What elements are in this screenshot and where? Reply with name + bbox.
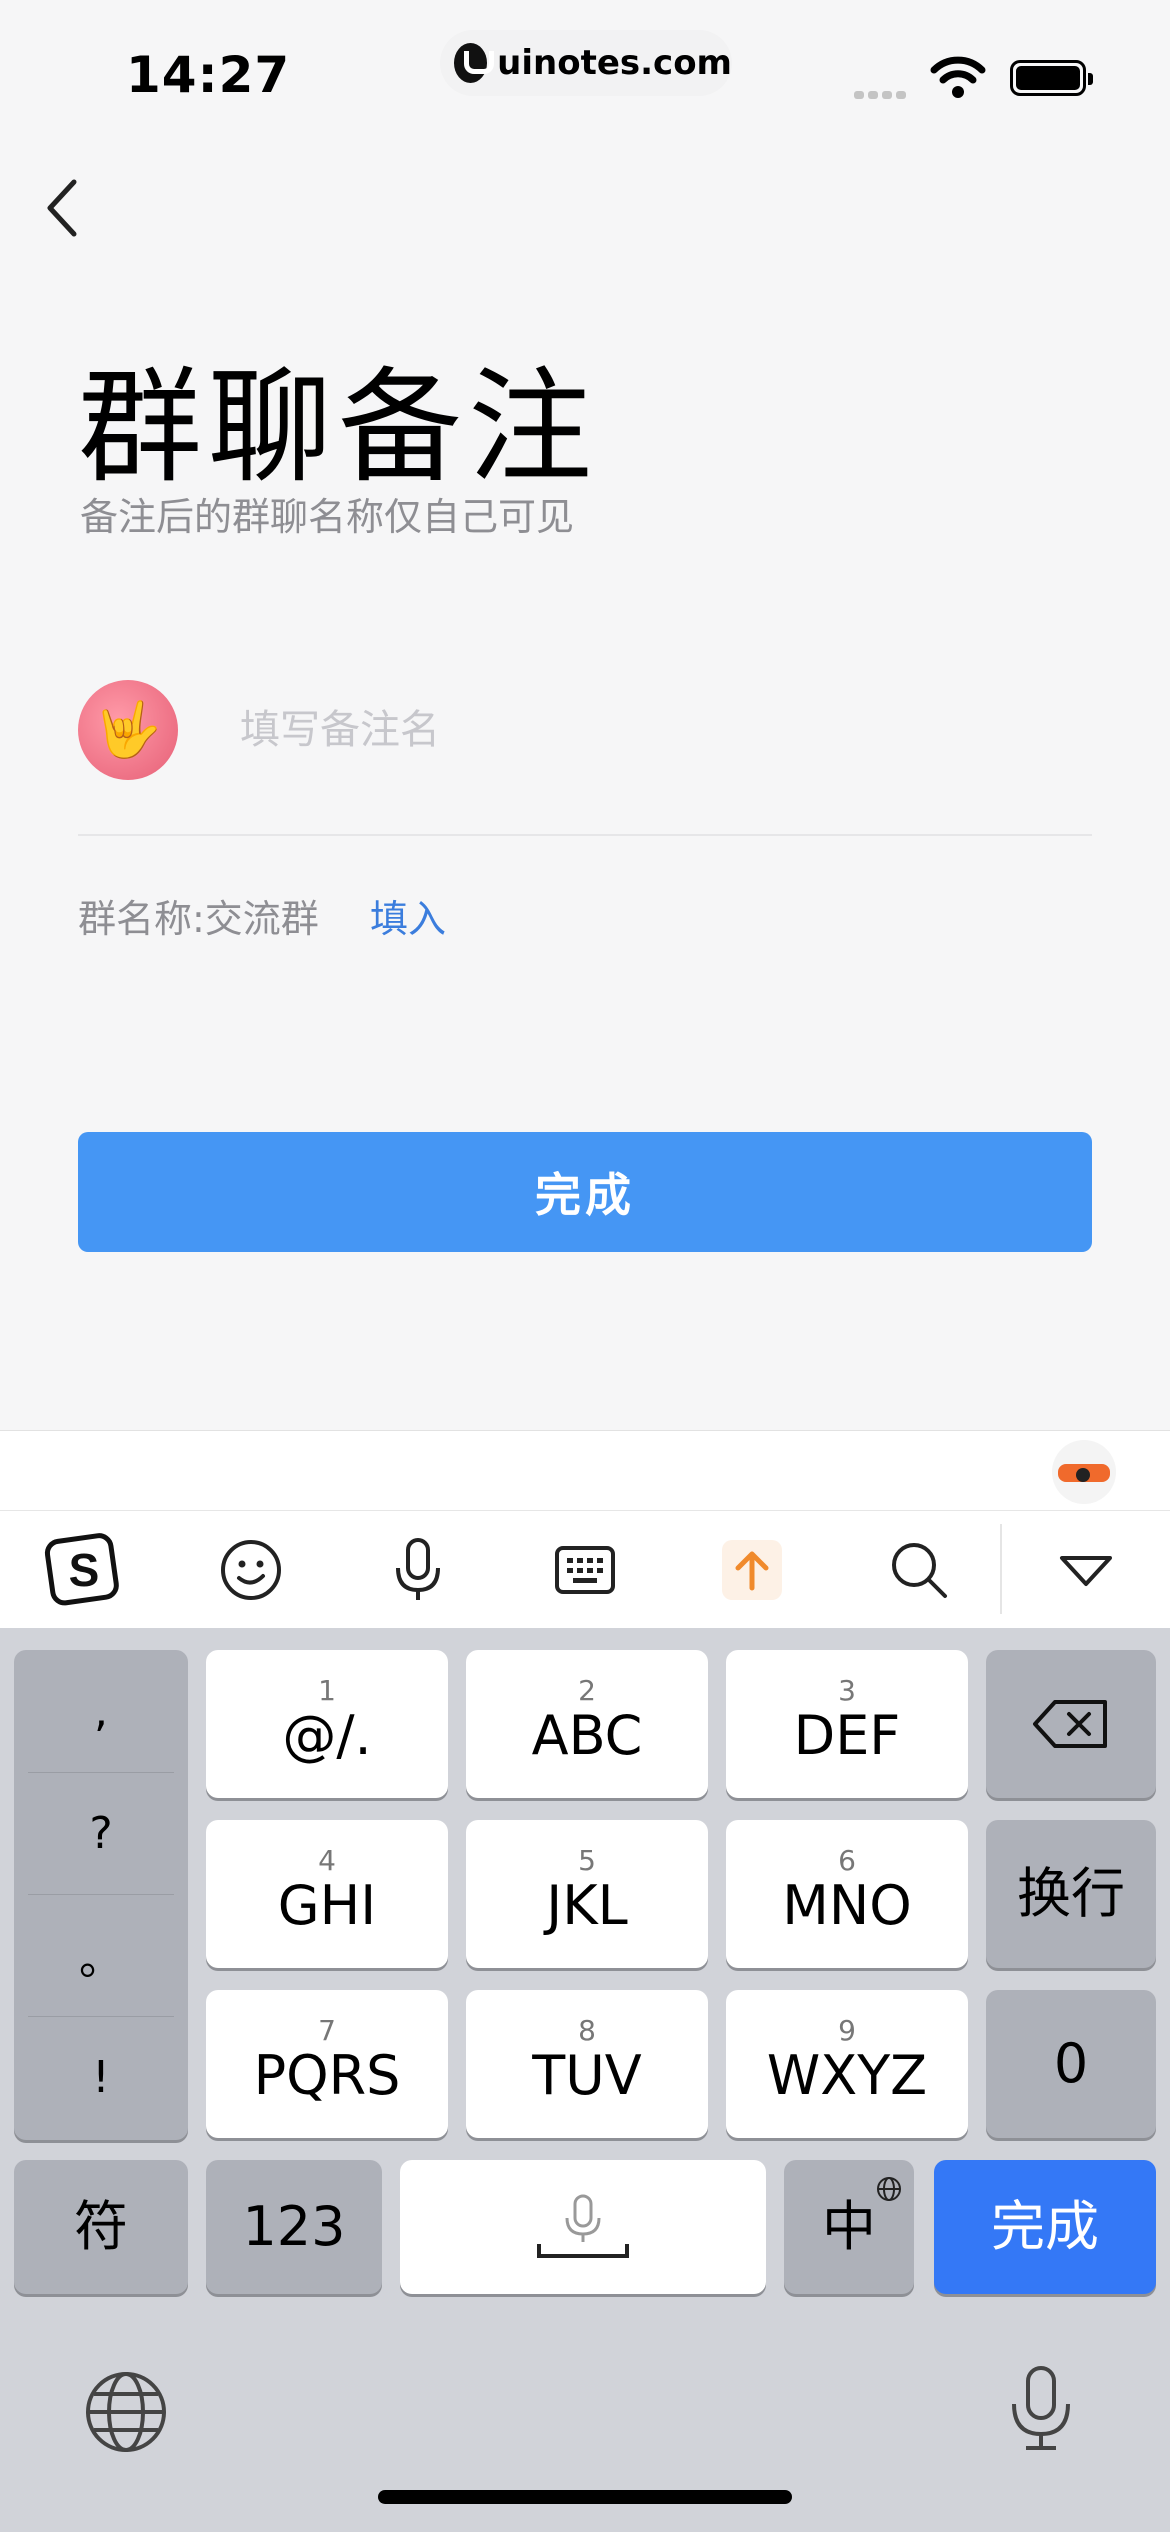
keyboard-done-key[interactable]: 完成 bbox=[934, 2160, 1156, 2294]
key-6[interactable]: 6 MNO bbox=[726, 1820, 968, 1968]
punct-question-key[interactable]: ? bbox=[14, 1772, 188, 1894]
punct-period-key[interactable]: 。 bbox=[14, 1894, 188, 2016]
search-icon[interactable] bbox=[835, 1511, 1002, 1629]
emoji-icon[interactable] bbox=[167, 1511, 334, 1629]
punct-exclamation-key[interactable]: ! bbox=[14, 2016, 188, 2138]
key-4[interactable]: 4 GHI bbox=[206, 1820, 448, 1968]
sogou-logo-icon[interactable]: S bbox=[0, 1511, 167, 1629]
svg-text:S: S bbox=[68, 1544, 99, 1596]
input-divider bbox=[78, 834, 1092, 836]
key-5[interactable]: 5 JKL bbox=[466, 1820, 708, 1968]
remark-name-input[interactable] bbox=[240, 700, 1080, 760]
microphone-icon[interactable] bbox=[334, 1511, 501, 1629]
space-key[interactable] bbox=[400, 2160, 766, 2294]
space-mic-icon bbox=[537, 2194, 629, 2258]
hand-gesture-icon: 🤟 bbox=[94, 698, 162, 761]
arrow-up-icon[interactable] bbox=[668, 1511, 835, 1629]
globe-small-icon bbox=[877, 2177, 901, 2201]
dictation-mic-icon[interactable] bbox=[1006, 2364, 1076, 2454]
wifi-icon bbox=[930, 56, 986, 98]
key-0[interactable]: 0 bbox=[986, 1990, 1156, 2138]
done-button[interactable]: 完成 bbox=[78, 1132, 1092, 1252]
mascot-icon[interactable] bbox=[1052, 1440, 1116, 1504]
key-9[interactable]: 9 WXYZ bbox=[726, 1990, 968, 2138]
key-3[interactable]: 3 DEF bbox=[726, 1650, 968, 1798]
group-name-label: 群名称:交流群 bbox=[78, 897, 319, 941]
page-title: 群聊备注 bbox=[78, 356, 599, 500]
key-7[interactable]: 7 PQRS bbox=[206, 1990, 448, 2138]
cellular-signal-icon bbox=[854, 84, 914, 99]
toolbar-separator bbox=[1000, 1524, 1002, 1614]
globe-icon[interactable] bbox=[84, 2370, 168, 2454]
key-2[interactable]: 2 ABC bbox=[466, 1650, 708, 1798]
site-label: uinotes.com bbox=[497, 43, 732, 83]
fill-in-link[interactable]: 填入 bbox=[370, 888, 446, 943]
symbols-key[interactable]: 符 bbox=[14, 2160, 188, 2294]
collapse-keyboard-icon[interactable] bbox=[1002, 1511, 1169, 1629]
punctuation-column[interactable]: , ? 。 ! bbox=[14, 1650, 188, 2140]
keyboard-icon[interactable] bbox=[501, 1511, 668, 1629]
battery-icon bbox=[1010, 60, 1093, 96]
site-logo-icon bbox=[454, 43, 495, 83]
chinese-input-key[interactable]: 中 bbox=[784, 2160, 914, 2294]
keyboard-candidate-bar bbox=[0, 1430, 1170, 1510]
keyboard-toolbar: S bbox=[0, 1510, 1170, 1628]
newline-key[interactable]: 换行 bbox=[986, 1820, 1156, 1968]
back-chevron-icon[interactable] bbox=[42, 176, 82, 240]
status-time: 14:27 bbox=[126, 46, 291, 104]
numbers-key[interactable]: 123 bbox=[206, 2160, 382, 2294]
key-8[interactable]: 8 TUV bbox=[466, 1990, 708, 2138]
url-pill: uinotes.com bbox=[440, 30, 732, 96]
home-indicator[interactable] bbox=[378, 2490, 792, 2504]
backspace-icon bbox=[1033, 1700, 1107, 1748]
group-avatar: 🤟 bbox=[78, 680, 178, 780]
page-subtitle: 备注后的群聊名称仅自己可见 bbox=[80, 495, 575, 539]
key-1[interactable]: 1 @/. bbox=[206, 1650, 448, 1798]
punct-comma-key[interactable]: , bbox=[14, 1650, 188, 1772]
backspace-key[interactable] bbox=[986, 1650, 1156, 1798]
